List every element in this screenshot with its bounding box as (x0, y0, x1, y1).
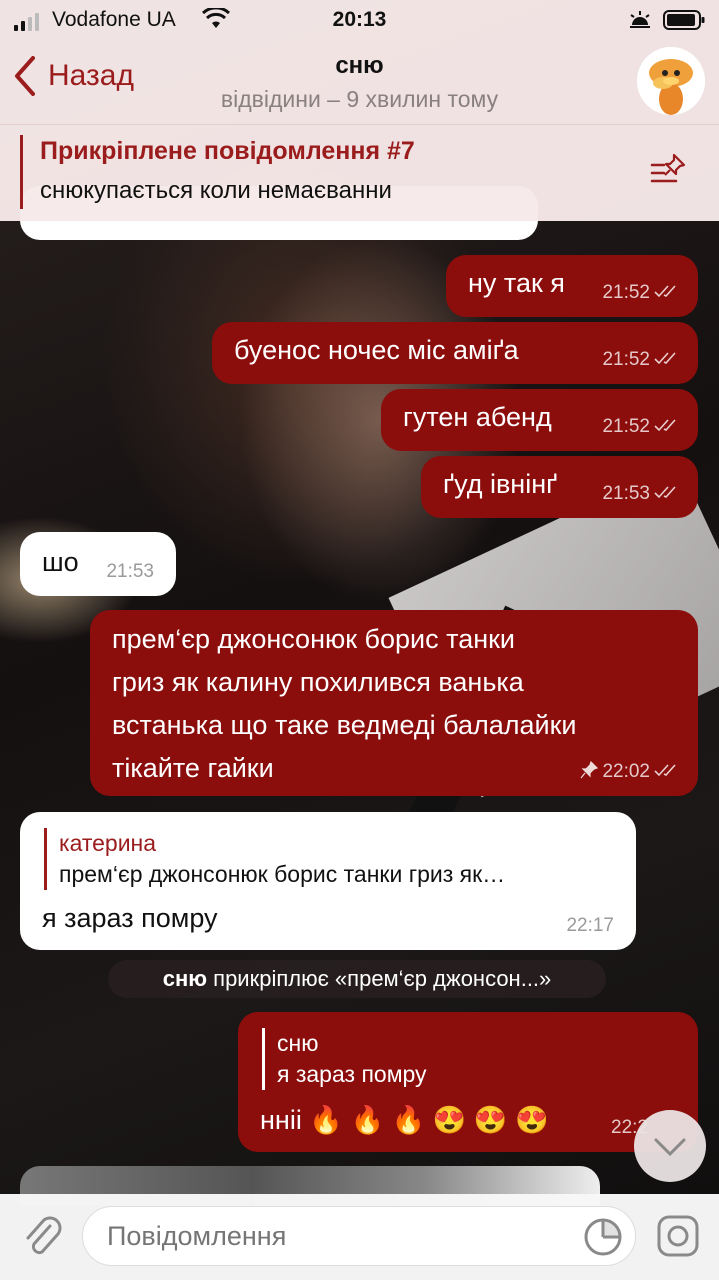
read-checkmarks-icon (654, 419, 676, 431)
chat-title[interactable]: сню (0, 52, 719, 80)
avatar-image (637, 47, 705, 115)
instant-video-icon[interactable] (656, 1214, 700, 1258)
message-line: прем‘єр джонсонюк борис танки (112, 624, 516, 654)
message-text: я зараз помру (42, 903, 218, 933)
pinned-indicator (20, 135, 23, 209)
reply-author: сню (277, 1030, 319, 1056)
message-meta: 21:52 (602, 278, 682, 307)
service-message: сню прикріплює «прем‘єр джонсон...» (108, 960, 606, 998)
last-seen-status: відвідини – 9 хвилин тому (220, 86, 499, 112)
message-time: 22:02 (602, 760, 650, 782)
pinned-message-bar[interactable]: Прикріплене повідомлення #7 снюкупається… (0, 124, 719, 221)
read-checkmarks-icon (654, 285, 676, 297)
read-checkmarks-icon (654, 352, 676, 364)
message-line: тікайте гайки (112, 753, 274, 783)
service-action: прикріплює «прем‘єр джонсон...» (213, 966, 552, 991)
message-text: прем‘єр джонсонюк борис танки гриз як ка… (112, 618, 577, 790)
pinned-list-icon[interactable] (648, 151, 690, 191)
pin-icon (580, 760, 599, 778)
message-bubble[interactable]: ну так я 21:52 (446, 255, 698, 317)
reply-preview[interactable]: катерина прем‘єр джонсонюк борис танки г… (44, 828, 627, 891)
reply-text: я зараз помру (277, 1061, 427, 1088)
pinned-text: снюкупається коли немаєванни (40, 177, 392, 204)
message-bubble[interactable]: сню я зараз помру нніі 🔥 🔥 🔥 😍 😍 😍 22:2 (238, 1012, 698, 1152)
sticker-icon[interactable] (582, 1216, 624, 1258)
message-time: 21:53 (106, 560, 154, 582)
message-text: буенос ночес міс аміґа (234, 335, 519, 365)
reply-author: катерина (59, 830, 157, 856)
service-actor: сню (162, 966, 208, 991)
message-text: ґуд івнінґ (443, 469, 558, 499)
message-text: шо (42, 547, 79, 577)
chevron-down-icon (654, 1138, 686, 1157)
message-text: ну так я (468, 268, 565, 298)
message-meta: 21:52 (602, 345, 682, 374)
message-line: гриз як калину похилився ванька (112, 667, 524, 697)
message-time: 21:53 (602, 482, 650, 504)
message-meta: 22:02 (580, 757, 682, 786)
scroll-to-bottom-button[interactable] (634, 1110, 706, 1182)
message-meta: 21:53 (602, 479, 682, 508)
reply-preview[interactable]: сню я зараз помру (262, 1028, 687, 1091)
paperclip-icon[interactable] (20, 1212, 64, 1260)
navigation-header: Vodafone UA 20:13 Назад сню відвідини – … (0, 0, 719, 124)
message-meta: 21:52 (602, 412, 682, 441)
message-bubble[interactable]: буенос ночес міс аміґа 21:52 (212, 322, 698, 384)
message-text: гутен абенд (403, 402, 552, 432)
message-line: встанька що таке ведмеді балалайки (112, 710, 577, 740)
read-checkmarks-icon (654, 764, 676, 776)
message-time: 22:17 (566, 914, 614, 936)
message-bubble[interactable]: прем‘єр джонсонюк борис танки гриз як ка… (90, 610, 698, 796)
message-bubble[interactable]: гутен абенд 21:52 (381, 389, 698, 451)
read-checkmarks-icon (654, 486, 676, 498)
emoji-sequence: 🔥 🔥 🔥 😍 😍 😍 (309, 1105, 549, 1135)
message-input[interactable] (82, 1206, 636, 1266)
message-bubble[interactable]: шо 21:53 (20, 532, 176, 596)
message-time: 21:52 (602, 415, 650, 437)
message-time: 21:52 (602, 281, 650, 303)
message-bubble[interactable]: ґуд івнінґ 21:53 (421, 456, 698, 518)
contact-avatar[interactable] (637, 47, 705, 115)
message-text-plain: нніі (260, 1105, 302, 1135)
status-bar: Vodafone UA 20:13 (0, 6, 719, 36)
alarm-icon (630, 11, 650, 28)
message-text: нніі 🔥 🔥 🔥 😍 😍 😍 (260, 1100, 549, 1142)
clock: 20:13 (332, 8, 387, 31)
battery-icon (663, 10, 705, 30)
message-time: 21:52 (602, 348, 650, 370)
pinned-title: Прикріплене повідомлення #7 (40, 137, 415, 165)
message-input-bar (0, 1194, 719, 1280)
message-bubble[interactable]: катерина прем‘єр джонсонюк борис танки г… (20, 812, 636, 950)
reply-text: прем‘єр джонсонюк борис танки гриз як… (59, 861, 506, 888)
